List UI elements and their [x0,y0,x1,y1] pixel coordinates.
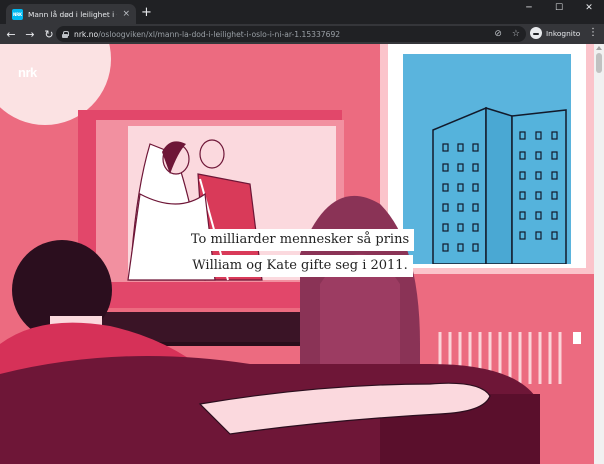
browser-tab[interactable]: NRK Mann lå død i leilighet i Oslo i ni … [6,4,136,24]
tab-close-icon[interactable]: × [122,9,130,19]
omnibox-icons: ⊘ ☆ [494,29,520,39]
tab-title: Mann lå død i leilighet i Oslo i ni år [28,9,117,19]
building [432,106,567,265]
back-button[interactable]: ← [3,26,19,42]
star-icon[interactable]: ☆ [512,29,520,39]
nrk-favicon-icon: NRK [12,8,23,20]
browser-toolbar: ← → ↻ nrk.no/osloogviken/xl/mann-la-dod-… [0,24,604,44]
forward-button[interactable]: → [22,26,38,42]
address-bar[interactable]: nrk.no/osloogviken/xl/mann-la-dod-i-leil… [56,26,526,42]
maximize-button[interactable]: ☐ [544,0,574,16]
eye-off-icon[interactable]: ⊘ [494,29,502,39]
reload-button[interactable]: ↻ [41,26,57,42]
nrk-logo[interactable]: nrk [18,65,37,80]
incognito-label: Inkognito [546,28,581,38]
caption-line-1: To milliarder mennesker så prins [185,229,415,251]
browser-titlebar: NRK Mann lå død i leilighet i Oslo i ni … [0,0,604,24]
close-window-button[interactable]: ✕ [574,0,604,16]
incognito-indicator[interactable]: Inkognito [530,27,580,39]
page-viewport: nrk To milliarder mennesker så prins Wil… [0,44,604,464]
url-host: nrk.no [74,29,99,39]
minimize-button[interactable]: ─ [514,0,544,16]
sofa [0,356,540,464]
url-path: /osloogviken/xl/mann-la-dod-i-leilighet-… [98,29,341,39]
incognito-icon [530,27,542,39]
window-controls: ─ ☐ ✕ [514,0,604,16]
caption-line-2: William og Kate gifte seg i 2011. [187,255,413,277]
url-text[interactable]: nrk.no/osloogviken/xl/mann-la-dod-i-leil… [74,30,488,39]
scroll-thumb[interactable] [596,53,602,73]
browser-menu-button[interactable]: ⋮ [588,28,598,38]
lock-icon[interactable] [62,30,69,38]
page-scrollbar[interactable] [594,44,604,464]
new-tab-button[interactable]: + [141,6,152,19]
scroll-up-icon[interactable] [596,46,602,50]
caption-box: To milliarder mennesker så prins William… [180,229,420,277]
